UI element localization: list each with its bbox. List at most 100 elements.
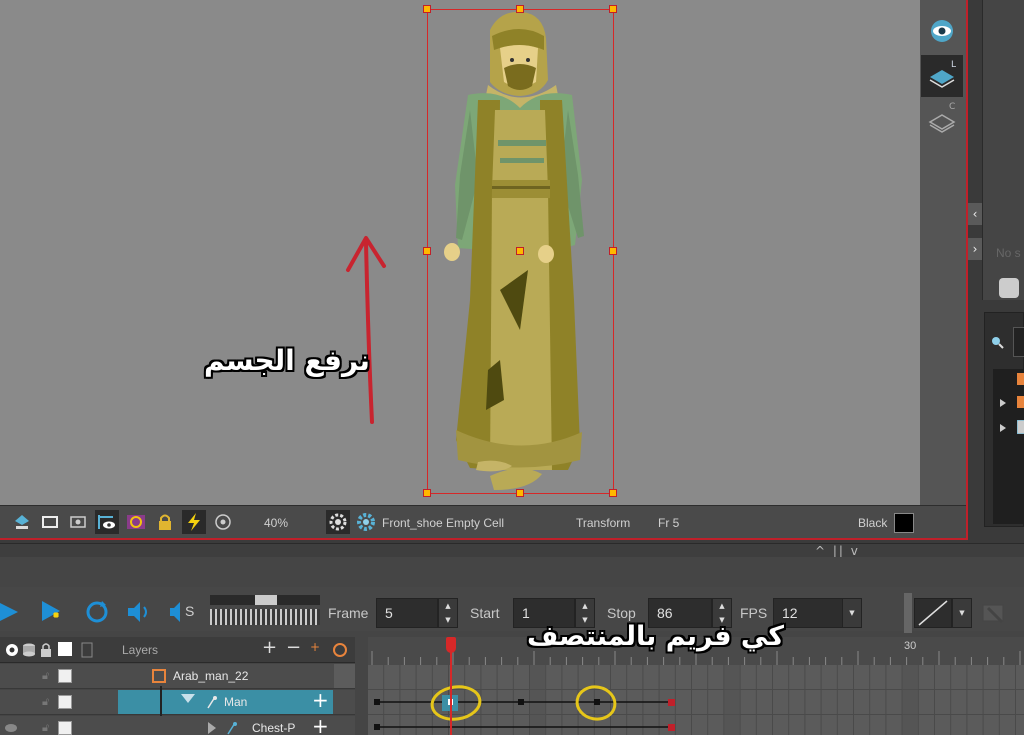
stack-view-letter: C <box>949 102 956 112</box>
camera-mask-icon <box>70 516 86 528</box>
show-all-eye-icon[interactable] <box>4 642 20 658</box>
handle-middle-right[interactable] <box>609 247 617 255</box>
tree-line <box>160 686 162 716</box>
layer-row-chest[interactable]: 🔓︎ Chest-P + <box>0 714 355 735</box>
layer-color-box[interactable] <box>58 669 72 683</box>
interpolation-preview[interactable] <box>914 598 952 628</box>
layer-properties-icon[interactable] <box>80 642 94 658</box>
handle-bottom-left[interactable] <box>423 489 431 497</box>
playback-speed-slider[interactable] <box>210 595 320 629</box>
fps-dropdown-arrow[interactable]: ▼ <box>842 598 862 628</box>
top-view-button[interactable] <box>10 510 34 534</box>
selection-bounding-box[interactable] <box>423 5 617 497</box>
handle-pivot[interactable] <box>516 247 524 255</box>
handle-bottom-right[interactable] <box>609 489 617 497</box>
handle-top-left[interactable] <box>423 5 431 13</box>
frame-field[interactable]: 5 <box>376 598 438 628</box>
lock-button[interactable] <box>153 510 177 534</box>
frame-stepper[interactable]: ▲ ▼ <box>438 598 458 628</box>
peg-layer-icon <box>207 696 217 709</box>
layer-color-box[interactable] <box>58 695 72 709</box>
lock-icon[interactable]: 🔓︎ <box>42 695 49 709</box>
zoom-level[interactable]: 40% <box>264 516 288 530</box>
add-effect-icon[interactable] <box>332 642 348 658</box>
loop-icon[interactable] <box>84 599 110 625</box>
collapse-right-button[interactable]: › <box>968 238 982 260</box>
library-search-field[interactable] <box>1013 327 1024 357</box>
add-keyframe-button[interactable]: + <box>312 688 329 712</box>
color-swatch-toggle[interactable] <box>58 642 72 656</box>
lock-icon[interactable]: 🔓︎ <box>42 721 49 735</box>
panel-slider-knob[interactable] <box>999 278 1019 298</box>
expand-arrow-icon[interactable] <box>999 424 1007 432</box>
expand-arrow-icon[interactable] <box>999 399 1007 407</box>
up-arrow-annotation <box>346 236 386 424</box>
playhead[interactable] <box>446 637 458 735</box>
handle-top-right[interactable] <box>609 5 617 13</box>
search-icon[interactable] <box>990 335 1004 349</box>
sound-scrub-icon[interactable] <box>168 599 186 625</box>
playhead-line <box>450 651 452 735</box>
camera-mask-button[interactable] <box>66 510 90 534</box>
stack-view-button[interactable] <box>921 100 963 142</box>
current-color-swatch[interactable] <box>894 513 914 533</box>
onion-skin-button[interactable] <box>124 510 148 534</box>
remove-layer-button[interactable]: − <box>286 637 301 658</box>
layer-row-arab-man[interactable]: 🔓︎ Arab_man_22 <box>0 664 355 689</box>
handle-middle-left[interactable] <box>423 247 431 255</box>
library-item-icon[interactable] <box>1017 420 1024 434</box>
lock-all-icon[interactable] <box>40 642 52 658</box>
handle-top-center[interactable] <box>516 5 524 13</box>
render-preview-button[interactable] <box>182 510 206 534</box>
onion-skin-icon <box>127 515 145 529</box>
side-panel: ‹ › No s <box>968 0 1024 545</box>
visibility-eye-icon[interactable] <box>4 722 18 734</box>
collapse-left-button[interactable]: ‹ <box>968 203 982 225</box>
panel-drag-handle[interactable] <box>904 593 912 633</box>
drawing-info: Front_shoe Empty Cell <box>382 516 505 530</box>
peg-layer-icon <box>227 722 237 735</box>
folder-icon[interactable] <box>1017 396 1024 408</box>
add-peg-button[interactable]: + <box>310 640 320 654</box>
divider-arrows-icon[interactable]: ^ || v <box>815 544 860 558</box>
slider-thumb[interactable] <box>255 595 277 605</box>
onion-skin-eye-button[interactable] <box>921 10 963 52</box>
light-table-letter: L <box>951 60 957 70</box>
interpolation-dropdown-arrow[interactable]: ▼ <box>952 598 972 628</box>
linear-curve-icon <box>918 600 948 626</box>
panel-divider[interactable]: ^ || v <box>0 543 1024 558</box>
disabled-tool-icon[interactable] <box>982 602 1008 624</box>
light-table-button[interactable] <box>921 55 963 97</box>
drawing-flower-button[interactable] <box>354 510 378 534</box>
frame-icon <box>42 516 58 528</box>
database-icon[interactable] <box>22 642 36 658</box>
safe-area-button[interactable] <box>38 510 62 534</box>
layer-row-scrollbar[interactable] <box>334 664 355 688</box>
settings-button[interactable] <box>326 510 350 534</box>
camera-view-toolbar: 40% Front_shoe Empty Cell Transform Fr 5… <box>0 505 966 538</box>
fps-label: FPS <box>740 605 768 621</box>
lightning-icon <box>188 513 200 531</box>
folder-icon[interactable] <box>1017 373 1024 385</box>
layer-name-cell[interactable]: Chest-P + <box>118 714 333 735</box>
add-layer-button[interactable]: + <box>262 637 277 658</box>
lock-icon[interactable]: 🔓︎ <box>42 669 49 683</box>
camera-stage[interactable]: نرفع الجسم <box>0 0 920 505</box>
handle-bottom-center[interactable] <box>516 489 524 497</box>
play-selection-icon[interactable] <box>40 599 66 625</box>
show-pivot-button[interactable] <box>95 510 119 534</box>
layer-name-cell[interactable]: Arab_man_22 <box>118 664 333 688</box>
current-frame-label: Fr 5 <box>658 516 680 530</box>
panel-hint-text: No s <box>996 246 1021 260</box>
layer-name-cell[interactable]: Man + <box>118 688 333 714</box>
rotate-reset-icon <box>215 514 231 530</box>
stack-up-icon <box>15 515 29 529</box>
layer-color-box[interactable] <box>58 721 72 735</box>
play-icon[interactable] <box>0 601 20 623</box>
sound-icon[interactable] <box>126 599 152 625</box>
layer-row-man[interactable]: 🔓︎ Man + <box>0 686 355 716</box>
add-keyframe-button[interactable]: + <box>312 714 329 735</box>
pivot-eye-icon <box>98 515 115 529</box>
reset-view-button[interactable] <box>211 510 235 534</box>
annotation-frame-middle: كي فريم بالمنتصف <box>527 621 784 652</box>
